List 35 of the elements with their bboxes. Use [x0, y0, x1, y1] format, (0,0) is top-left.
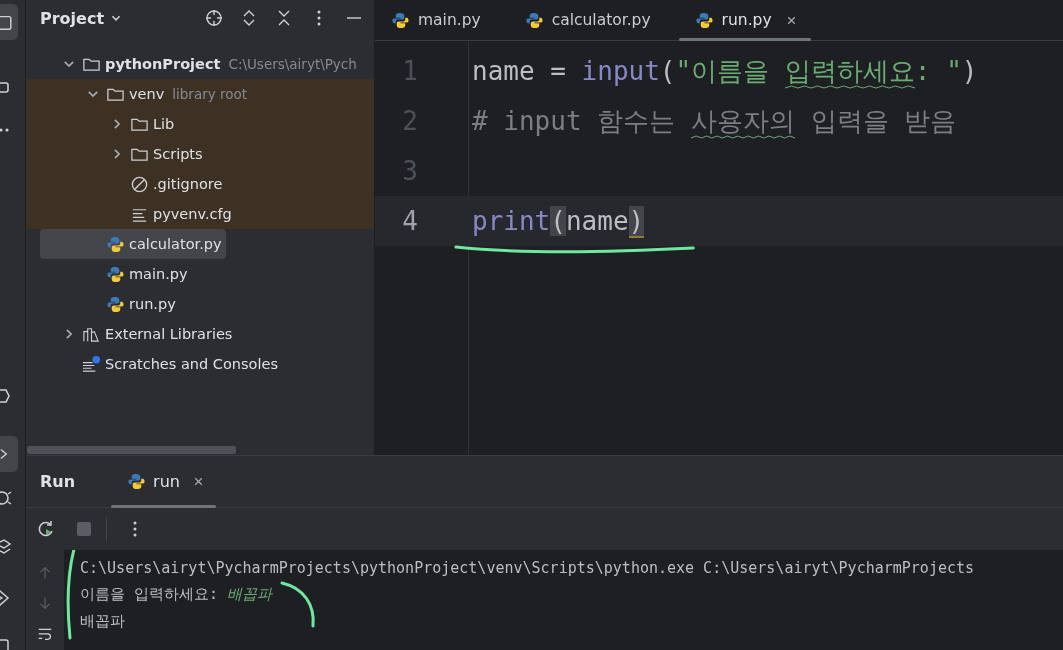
panel-title: Run — [40, 472, 76, 491]
folder-icon[interactable] — [0, 4, 18, 40]
run-tab[interactable]: run — [111, 456, 216, 507]
prohibited-icon — [130, 174, 149, 194]
line-number: 4 — [401, 206, 419, 236]
target-icon[interactable] — [204, 8, 224, 28]
tree-item[interactable]: Scratches and Consoles — [40, 349, 282, 379]
rerun-icon[interactable] — [36, 519, 56, 539]
editor-tab[interactable]: run.py — [678, 0, 811, 40]
tree-item[interactable]: pythonProject C:\Users\airyt\Pych — [40, 49, 361, 79]
python-icon — [106, 294, 125, 314]
tree-item[interactable]: run.py — [40, 289, 180, 319]
python-icon — [106, 264, 125, 284]
python-icon — [524, 10, 544, 30]
tree-item[interactable]: External Libraries — [40, 319, 237, 349]
python-icon — [391, 10, 410, 30]
python-icon — [694, 10, 714, 30]
python-icon — [127, 472, 147, 491]
code-line: name = input("이름을 입력하세요: ") — [472, 53, 978, 89]
tree-item[interactable]: calculator.py — [40, 229, 226, 259]
editor-tab[interactable]: main.py — [375, 0, 495, 40]
close-icon[interactable] — [192, 476, 204, 487]
scratches-icon — [82, 354, 101, 374]
console-line: C:\Users\airyt\PycharmProjects\pythonProject\venv\Scripts\python.exe C:\Users\airyt\PycharmProjects — [80, 557, 975, 579]
console-line: 배꼽파 — [80, 611, 125, 632]
tree-item[interactable]: main.py — [40, 259, 192, 289]
run-icon[interactable] — [0, 436, 18, 472]
panel-title[interactable]: Project — [40, 8, 105, 28]
scrollbar[interactable] — [27, 446, 236, 454]
console-line: 이름을 입력하세요: 배꼽파 — [80, 584, 273, 605]
close-icon[interactable] — [785, 14, 797, 26]
editor-tab[interactable]: calculator.py — [508, 0, 665, 40]
python-icon — [106, 234, 125, 254]
code-line: # input 함수는 사용자의 입력을 받음 — [472, 103, 957, 139]
code-line: print(name) — [472, 206, 645, 236]
